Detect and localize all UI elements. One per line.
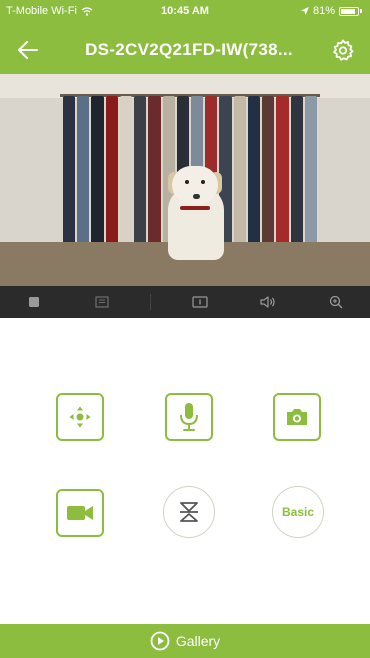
live-video-feed[interactable] (0, 74, 370, 286)
stop-button[interactable] (14, 288, 54, 316)
quality-basic-button[interactable]: Basic (272, 486, 324, 538)
talk-button[interactable] (165, 393, 213, 441)
arrow-left-icon (18, 41, 38, 59)
ptz-button[interactable] (56, 393, 104, 441)
stop-icon (29, 297, 40, 307)
zoom-in-icon (329, 295, 343, 309)
speaker-button[interactable] (248, 288, 288, 316)
playback-toolbar (0, 286, 370, 318)
settings-button[interactable] (326, 33, 360, 67)
control-panel: Basic (0, 318, 370, 624)
ptz-direction-icon (69, 406, 91, 428)
zoom-in-button[interactable] (316, 288, 356, 316)
microphone-icon (180, 403, 198, 431)
location-arrow-icon (300, 7, 309, 15)
back-button[interactable] (10, 32, 46, 68)
fullscreen-icon (191, 296, 208, 308)
toolbar-divider (150, 294, 152, 310)
quality-basic-label: Basic (281, 505, 315, 519)
gallery-label: Gallery (175, 633, 221, 649)
mirror-icon (180, 502, 198, 522)
status-right: 81% (300, 5, 362, 17)
video-scene-dog-eye (201, 180, 205, 184)
gallery-button[interactable]: Gallery (0, 624, 370, 658)
gear-icon (333, 39, 354, 61)
quality-icon (95, 296, 109, 308)
play-circle-icon (150, 631, 170, 651)
nav-bar: DS-2CV2Q21FD-IW(738... (0, 28, 370, 74)
video-scene-dog-collar (180, 206, 210, 210)
battery-icon (339, 6, 359, 16)
quality-button[interactable] (82, 288, 122, 316)
video-scene-dog-eye (185, 180, 189, 184)
status-bar: T-Mobile Wi-Fi 10:45 AM 81% (0, 0, 370, 22)
video-camera-icon (67, 506, 93, 520)
speaker-icon (260, 296, 275, 308)
page-title: DS-2CV2Q21FD-IW(738... (85, 40, 293, 59)
camera-icon (287, 409, 307, 425)
record-button[interactable] (56, 489, 104, 537)
fullscreen-button[interactable] (180, 288, 220, 316)
mirror-button[interactable] (163, 486, 215, 538)
battery-tip (360, 9, 362, 13)
battery-percent: 81% (312, 5, 335, 17)
video-scene-dog-nose (193, 194, 200, 199)
app-header: T-Mobile Wi-Fi 10:45 AM 81% DS-2CV2Q21FD… (0, 0, 370, 74)
capture-button[interactable] (273, 393, 321, 441)
